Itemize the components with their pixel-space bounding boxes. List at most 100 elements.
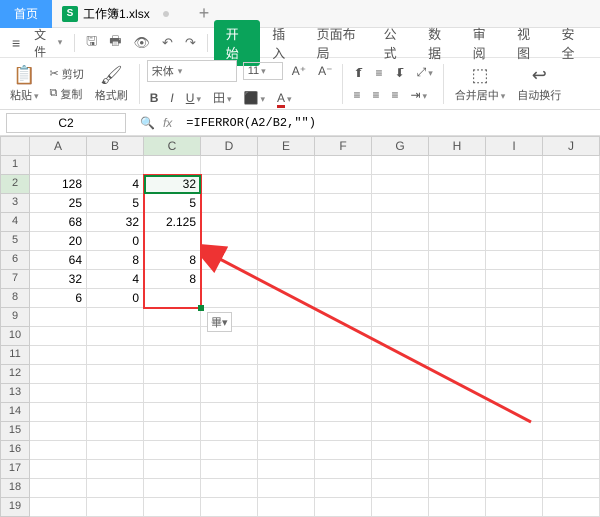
ribbon-tab-data[interactable]: 数据 bbox=[418, 20, 460, 66]
cell[interactable] bbox=[258, 289, 315, 308]
cell[interactable] bbox=[429, 194, 486, 213]
merge-center-button[interactable]: ⬚ 合并居中 bbox=[451, 65, 510, 103]
cell[interactable] bbox=[486, 270, 543, 289]
cell[interactable] bbox=[486, 403, 543, 422]
row-header[interactable]: 10 bbox=[0, 327, 30, 346]
cell[interactable] bbox=[315, 346, 372, 365]
cell[interactable] bbox=[144, 498, 201, 517]
cell[interactable] bbox=[315, 422, 372, 441]
cell[interactable] bbox=[258, 422, 315, 441]
column-header[interactable]: F bbox=[315, 136, 372, 156]
cell[interactable] bbox=[144, 422, 201, 441]
cell[interactable] bbox=[258, 384, 315, 403]
ribbon-tab-view[interactable]: 视图 bbox=[507, 20, 549, 66]
cell[interactable] bbox=[543, 441, 600, 460]
tab-dot-icon[interactable] bbox=[163, 11, 169, 17]
cell[interactable] bbox=[201, 232, 258, 251]
cell[interactable] bbox=[543, 346, 600, 365]
menu-hamburger-icon[interactable]: ≡ bbox=[6, 31, 26, 55]
cell[interactable] bbox=[201, 460, 258, 479]
cell[interactable] bbox=[429, 232, 486, 251]
cell[interactable] bbox=[258, 365, 315, 384]
cell[interactable] bbox=[429, 346, 486, 365]
ribbon-tab-security[interactable]: 安全 bbox=[552, 20, 594, 66]
cell[interactable] bbox=[258, 156, 315, 175]
select-all-corner[interactable] bbox=[0, 136, 30, 156]
cell[interactable] bbox=[87, 384, 144, 403]
font-color-button[interactable]: A bbox=[274, 90, 295, 106]
cell[interactable] bbox=[87, 498, 144, 517]
cell[interactable] bbox=[315, 213, 372, 232]
cell[interactable] bbox=[372, 194, 429, 213]
cell[interactable] bbox=[543, 479, 600, 498]
cell[interactable] bbox=[315, 232, 372, 251]
cell[interactable] bbox=[258, 251, 315, 270]
auto-wrap-button[interactable]: ↩ 自动换行 bbox=[513, 65, 565, 103]
font-size-select[interactable]: 11 bbox=[243, 62, 283, 80]
cell[interactable] bbox=[315, 384, 372, 403]
fx-icon[interactable]: fx bbox=[163, 116, 172, 130]
cell[interactable] bbox=[429, 270, 486, 289]
cell[interactable] bbox=[429, 384, 486, 403]
cell[interactable] bbox=[30, 460, 87, 479]
column-header[interactable]: J bbox=[543, 136, 600, 156]
cell[interactable] bbox=[201, 156, 258, 175]
cell[interactable] bbox=[87, 460, 144, 479]
cell[interactable] bbox=[429, 156, 486, 175]
row-header[interactable]: 7 bbox=[0, 270, 30, 289]
cell[interactable] bbox=[429, 365, 486, 384]
column-header[interactable]: E bbox=[258, 136, 315, 156]
cell[interactable] bbox=[315, 194, 372, 213]
cell[interactable] bbox=[144, 365, 201, 384]
cell[interactable] bbox=[372, 479, 429, 498]
cell[interactable]: 6 bbox=[30, 289, 87, 308]
cell[interactable] bbox=[486, 422, 543, 441]
cell[interactable] bbox=[543, 213, 600, 232]
row-header[interactable]: 18 bbox=[0, 479, 30, 498]
cell[interactable] bbox=[429, 479, 486, 498]
cell[interactable] bbox=[429, 213, 486, 232]
cell[interactable] bbox=[30, 327, 87, 346]
row-header[interactable]: 14 bbox=[0, 403, 30, 422]
cell[interactable] bbox=[372, 251, 429, 270]
cell[interactable]: 32 bbox=[30, 270, 87, 289]
cell[interactable] bbox=[486, 251, 543, 270]
cell[interactable] bbox=[429, 289, 486, 308]
cell[interactable] bbox=[30, 479, 87, 498]
cell[interactable] bbox=[258, 498, 315, 517]
cell[interactable] bbox=[315, 156, 372, 175]
align-center-icon[interactable]: ≡ bbox=[369, 87, 382, 103]
lookup-icon[interactable]: 🔍 bbox=[140, 116, 155, 130]
font-name-select[interactable]: 宋体 bbox=[147, 60, 237, 82]
cut-button[interactable]: ✂剪切 bbox=[47, 65, 87, 83]
cell[interactable] bbox=[315, 251, 372, 270]
row-header[interactable]: 5 bbox=[0, 232, 30, 251]
cell[interactable] bbox=[201, 384, 258, 403]
cell[interactable] bbox=[87, 479, 144, 498]
cell[interactable] bbox=[87, 365, 144, 384]
cell[interactable]: 4 bbox=[87, 175, 144, 194]
cell[interactable] bbox=[372, 308, 429, 327]
spreadsheet-grid[interactable]: ABCDEFGHIJ1212843232555468322.1255200664… bbox=[0, 136, 600, 517]
row-header[interactable]: 3 bbox=[0, 194, 30, 213]
row-header[interactable]: 13 bbox=[0, 384, 30, 403]
cell[interactable] bbox=[87, 308, 144, 327]
cell[interactable] bbox=[30, 346, 87, 365]
cell[interactable]: 5 bbox=[87, 194, 144, 213]
cell[interactable] bbox=[543, 156, 600, 175]
cell[interactable] bbox=[258, 479, 315, 498]
cell[interactable]: 32 bbox=[144, 175, 201, 194]
cell[interactable] bbox=[258, 175, 315, 194]
cell[interactable] bbox=[543, 289, 600, 308]
border-button[interactable]: 田 bbox=[210, 88, 235, 107]
cell[interactable] bbox=[87, 441, 144, 460]
cell[interactable] bbox=[144, 308, 201, 327]
cell[interactable] bbox=[315, 498, 372, 517]
cell[interactable] bbox=[543, 251, 600, 270]
cell[interactable] bbox=[201, 289, 258, 308]
cell[interactable] bbox=[258, 441, 315, 460]
row-header[interactable]: 6 bbox=[0, 251, 30, 270]
cell[interactable]: 5 bbox=[144, 194, 201, 213]
cell[interactable] bbox=[372, 270, 429, 289]
column-header[interactable]: H bbox=[429, 136, 486, 156]
